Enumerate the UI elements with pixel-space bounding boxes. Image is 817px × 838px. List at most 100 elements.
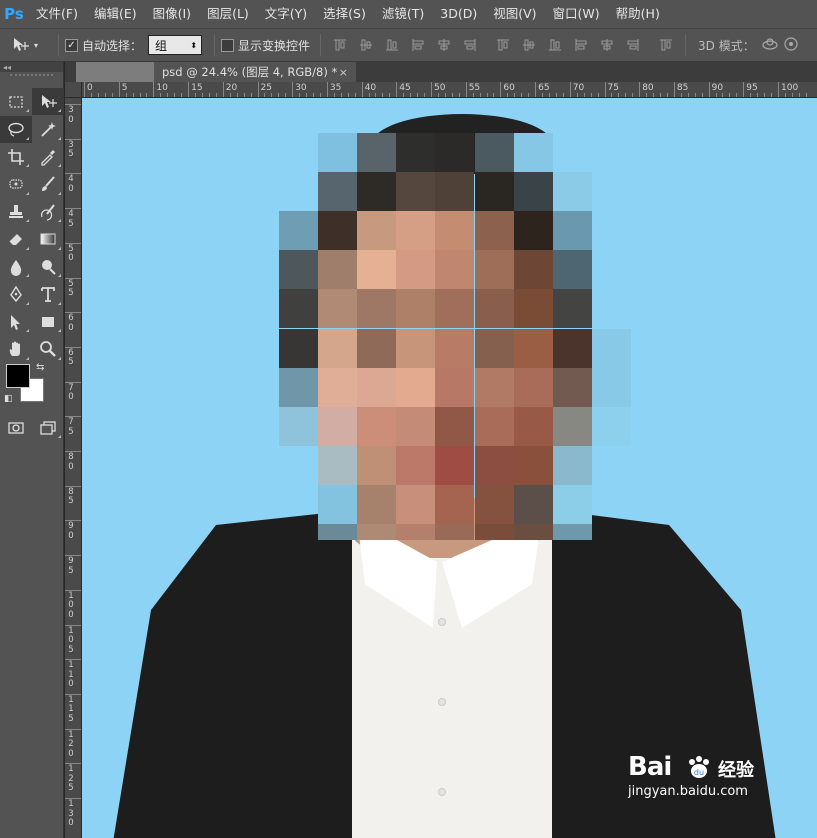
mosaic-cell xyxy=(318,289,358,329)
ruler-subtick xyxy=(97,93,99,97)
path-selection-tool-icon xyxy=(11,314,20,330)
quick-mask-button[interactable] xyxy=(0,414,32,441)
menu-item[interactable]: 文字(Y) xyxy=(257,0,315,28)
menu-item[interactable]: 视图(V) xyxy=(485,0,544,28)
ruler-subtick xyxy=(375,93,377,97)
align-right-icon[interactable] xyxy=(462,37,478,53)
ruler-subtick xyxy=(590,93,592,97)
history-brush-tool-button[interactable] xyxy=(32,198,64,225)
ruler-subtick xyxy=(90,93,92,97)
menu-item[interactable]: 帮助(H) xyxy=(608,0,668,28)
mosaic-cell xyxy=(474,172,514,212)
magic-wand-tool-button[interactable] xyxy=(32,116,64,143)
mosaic-cell xyxy=(474,406,514,446)
menu-item[interactable]: 文件(F) xyxy=(28,0,86,28)
dodge-tool-icon xyxy=(42,259,56,275)
auto-select-dropdown[interactable]: 组 ⬍ xyxy=(148,35,203,55)
move-tool-button[interactable] xyxy=(32,88,64,115)
document-tab-bar: psd @ 24.4% (图层 4, RGB/8) * × xyxy=(65,62,817,82)
tool-preset-picker[interactable]: ▾ xyxy=(12,37,52,53)
lasso-tool-button[interactable] xyxy=(0,115,32,143)
document-canvas[interactable]: Bai du 经验 jingyan.baidu.com xyxy=(82,98,817,838)
gradient-tool-button[interactable] xyxy=(32,226,64,253)
mosaic-cell xyxy=(357,133,397,172)
hand-tool-icon xyxy=(9,341,20,356)
eraser-tool-button[interactable] xyxy=(0,226,32,253)
ruler-origin[interactable] xyxy=(65,82,82,98)
ruler-subtick xyxy=(632,93,634,97)
menu-item[interactable]: 3D(D) xyxy=(432,0,485,28)
type-tool-button[interactable] xyxy=(32,281,64,308)
align-left-icon[interactable] xyxy=(410,37,426,53)
3d-orbit-icon[interactable] xyxy=(761,36,779,55)
marquee-tool-button[interactable] xyxy=(0,88,32,115)
menu-item[interactable]: 窗口(W) xyxy=(545,0,608,28)
distribute-vcenter-icon[interactable] xyxy=(521,37,537,53)
ruler-subtick xyxy=(507,93,509,97)
ruler-subtick xyxy=(389,93,391,97)
redacted-filename xyxy=(76,62,154,82)
clone-stamp-tool-button[interactable] xyxy=(0,198,32,225)
ruler-tick xyxy=(361,82,363,97)
blur-tool-button[interactable] xyxy=(0,253,32,280)
3d-roll-icon[interactable] xyxy=(783,36,799,55)
align-vcenter-icon[interactable] xyxy=(358,37,374,53)
history-brush-tool-icon xyxy=(41,203,55,221)
ruler-label: 75 xyxy=(607,83,619,93)
menu-item[interactable]: 图像(I) xyxy=(145,0,199,28)
mosaic-cell xyxy=(396,367,436,407)
panel-grip[interactable] xyxy=(10,74,53,82)
mosaic-cell xyxy=(513,367,553,407)
align-hcenter-icon[interactable] xyxy=(436,37,452,53)
ruler-label: 7 0 xyxy=(68,382,77,403)
show-transform-checkbox[interactable] xyxy=(221,38,235,52)
zoom-tool-button[interactable] xyxy=(32,336,64,363)
ruler-subtick xyxy=(611,93,613,97)
distribute-left-icon[interactable] xyxy=(573,37,589,53)
distribute-hcenter-icon[interactable] xyxy=(599,37,615,53)
distribute-top-icon[interactable] xyxy=(495,37,511,53)
rectangle-tool-icon xyxy=(42,316,54,327)
swap-colors-icon[interactable]: ⇆ xyxy=(36,362,44,373)
mosaic-cell xyxy=(396,445,436,485)
default-colors-icon[interactable]: ◧ xyxy=(4,394,13,404)
mosaic-cell xyxy=(357,328,397,368)
hand-tool-button[interactable] xyxy=(0,336,32,363)
brush-tool-button[interactable] xyxy=(32,171,64,198)
horizontal-ruler[interactable]: 0 5 10 15 20 25 30 35 40 45 50 55 60 65 70 75 80 85 90 95 10… xyxy=(82,82,817,98)
pen-tool-button[interactable] xyxy=(0,281,32,308)
close-icon[interactable]: × xyxy=(339,66,348,79)
dodge-tool-button[interactable] xyxy=(32,253,64,280)
mosaic-cell xyxy=(474,524,514,540)
ruler-subtick xyxy=(479,93,481,97)
vertical-ruler[interactable]: 3 0 3 5 4 0 4 5 5 0 5 5 6 0 6 5 7 0 7 5 8 0 8 5 9 0 9… xyxy=(65,98,82,838)
crop-tool-button[interactable] xyxy=(0,143,32,170)
mosaic-cell xyxy=(474,445,514,485)
distribute-right-icon[interactable] xyxy=(625,37,641,53)
align-top-icon[interactable] xyxy=(332,37,348,53)
menu-item[interactable]: 图层(L) xyxy=(199,0,257,28)
menu-item[interactable]: 滤镜(T) xyxy=(374,0,432,28)
panel-collapse-button[interactable]: ◂◂ xyxy=(0,62,63,72)
mosaic-cell xyxy=(435,524,475,540)
screen-mode-button[interactable] xyxy=(32,414,64,441)
ruler-subtick xyxy=(319,93,321,97)
rectangle-tool-button[interactable] xyxy=(32,308,64,335)
foreground-color-swatch[interactable] xyxy=(6,364,30,388)
mosaic-cell xyxy=(357,367,397,407)
document-tab[interactable]: psd @ 24.4% (图层 4, RGB/8) * × xyxy=(76,62,356,82)
menu-item[interactable]: 选择(S) xyxy=(315,0,374,28)
ruler-subtick xyxy=(458,93,460,97)
path-selection-tool-button[interactable] xyxy=(0,308,32,335)
auto-select-checkbox[interactable]: ✓ xyxy=(65,38,78,52)
eyedropper-tool-button[interactable] xyxy=(32,143,64,170)
ruler-label: 70 xyxy=(572,83,585,93)
ruler-tick xyxy=(396,82,398,97)
distribute-bottom-icon[interactable] xyxy=(547,37,563,53)
ruler-label: 5 5 xyxy=(68,278,77,298)
auto-align-icon[interactable] xyxy=(658,37,674,53)
align-bottom-icon[interactable] xyxy=(384,37,400,53)
watermark-logo-b: du xyxy=(694,768,704,777)
menu-item[interactable]: 编辑(E) xyxy=(86,0,145,28)
healing-brush-tool-button[interactable] xyxy=(0,171,32,198)
